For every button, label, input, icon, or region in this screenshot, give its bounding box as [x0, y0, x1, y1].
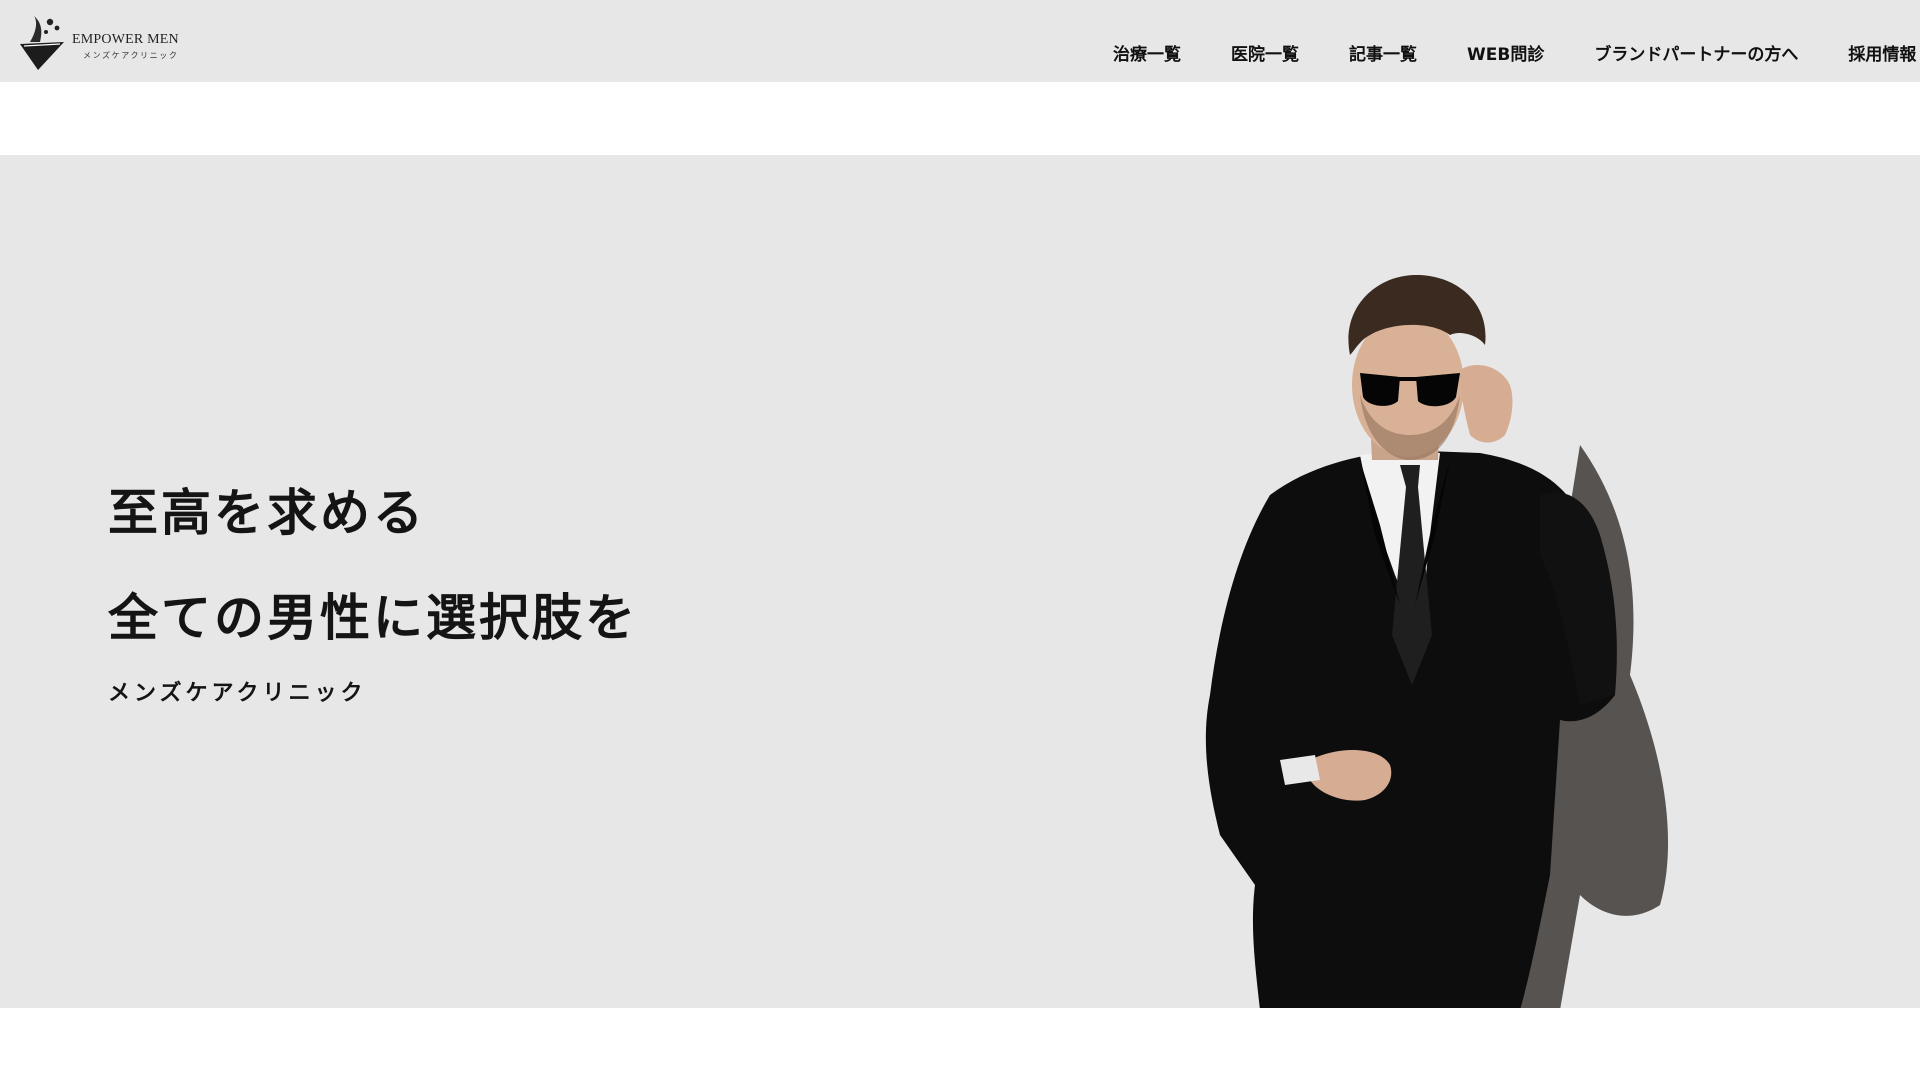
site-logo[interactable]: EMPOWER MEN メンズケアクリニック — [16, 12, 196, 74]
hero-subheading: メンズケアクリニック — [108, 681, 367, 706]
main-nav: 治療一覧 医院一覧 記事一覧 WEB問診 ブランドパートナーの方へ 採用情報 — [1113, 40, 1920, 65]
nav-item-web-questionnaire[interactable]: WEB問診 — [1467, 40, 1544, 65]
hero-headline-line2: 全ての男性に選択肢を — [108, 589, 638, 647]
nav-item-articles[interactable]: 記事一覧 — [1349, 40, 1417, 65]
hero-man-image — [1205, 275, 1668, 1008]
nav-item-treatments[interactable]: 治療一覧 — [1113, 40, 1181, 65]
nav-item-clinics[interactable]: 医院一覧 — [1231, 40, 1299, 65]
logo-name: EMPOWER MEN — [72, 32, 179, 47]
logo-mark-icon — [20, 16, 64, 70]
nav-item-brand-partners[interactable]: ブランドパートナーの方へ — [1594, 40, 1798, 65]
hero-headline-line1: 至高を求める — [108, 484, 426, 542]
nav-item-recruit[interactable]: 採用情報 — [1848, 40, 1916, 65]
logo-subtitle: メンズケアクリニック — [83, 51, 179, 60]
site-header: EMPOWER MEN メンズケアクリニック 治療一覧 医院一覧 記事一覧 WE… — [0, 0, 1920, 82]
hero-section: 至高を求める 全ての男性に選択肢を メンズケアクリニック — [0, 155, 1920, 1008]
